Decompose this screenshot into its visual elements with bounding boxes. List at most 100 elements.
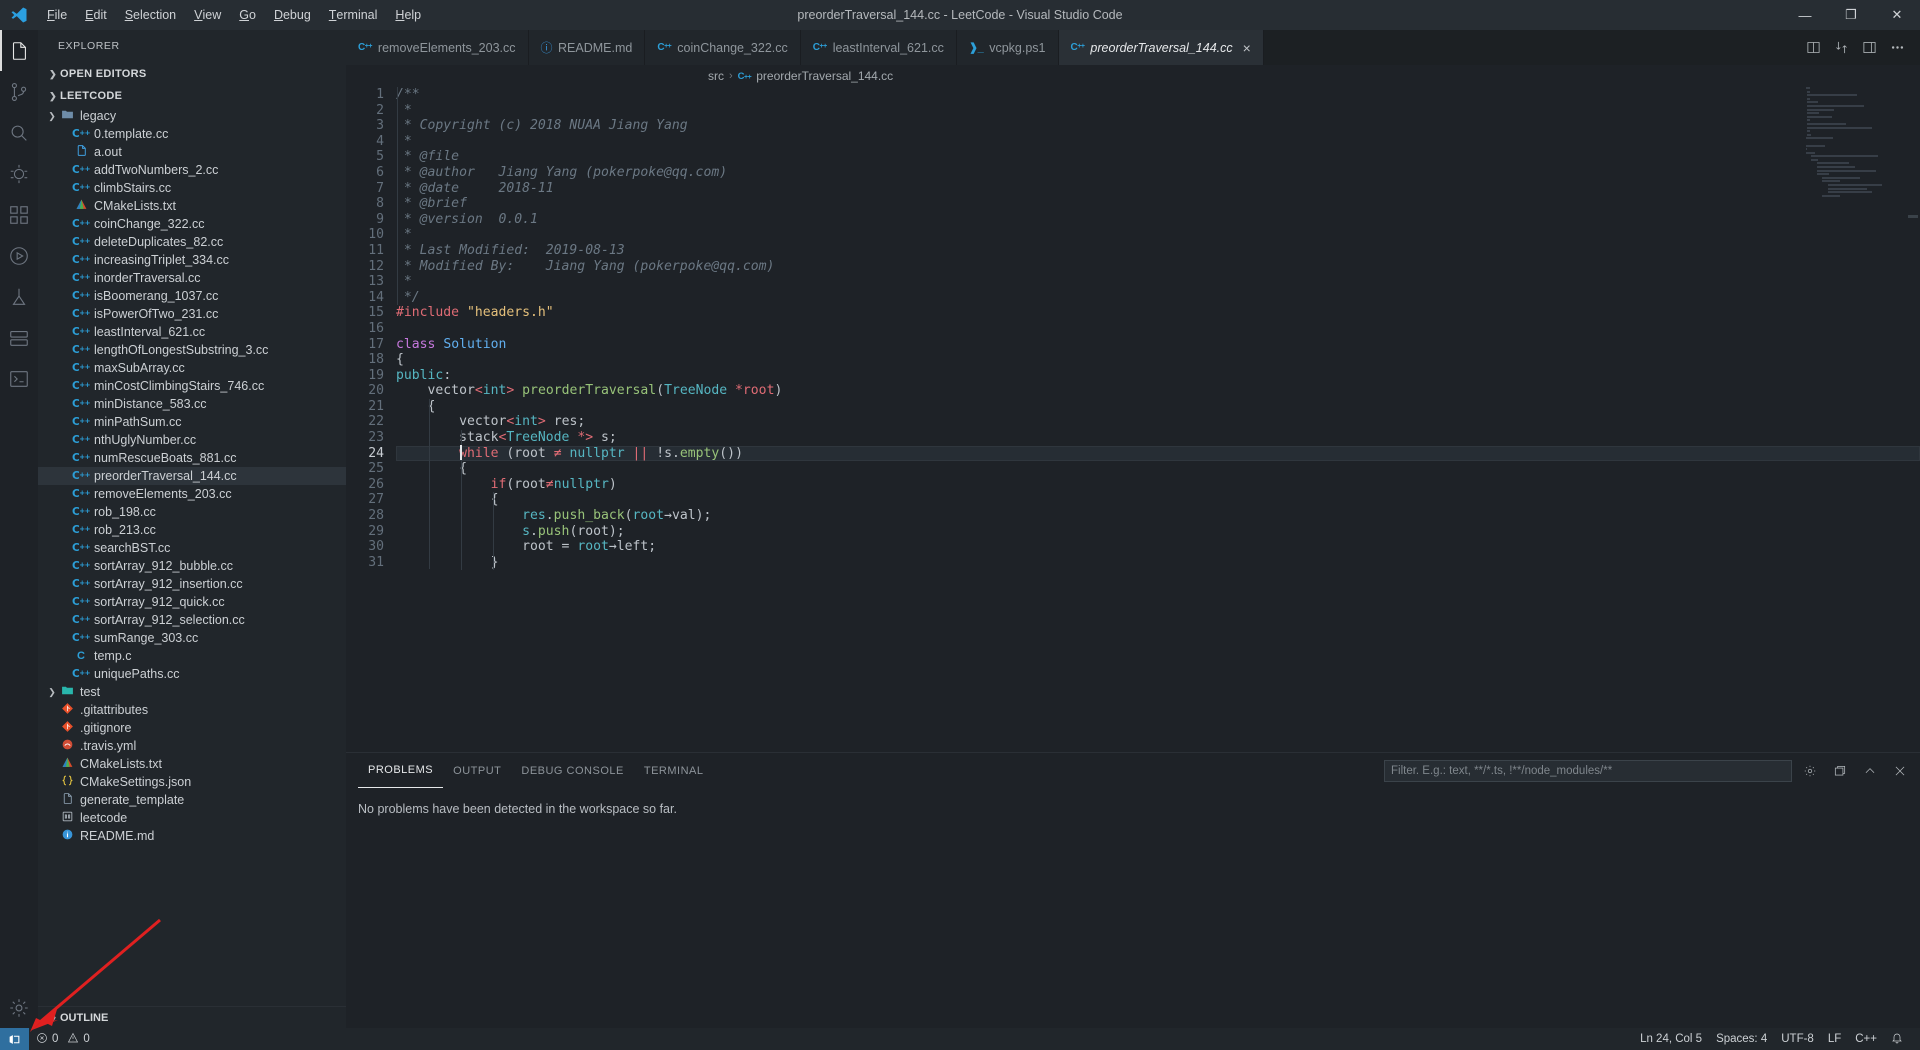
activity-search-icon[interactable] <box>0 112 38 153</box>
tree-file[interactable]: C++sortArray_912_insertion.cc <box>38 575 346 593</box>
code-line[interactable]: { <box>396 352 1920 368</box>
filter-settings-icon[interactable] <box>1798 758 1822 784</box>
toggle-layout-icon[interactable] <box>1856 30 1882 65</box>
code-line[interactable]: * @file <box>396 149 1920 165</box>
tree-file[interactable]: C++rob_213.cc <box>38 521 346 539</box>
open-changes-icon[interactable] <box>1828 30 1854 65</box>
code-line[interactable]: * Modified By: Jiang Yang (pokerpoke@qq.… <box>396 259 1920 275</box>
activity-settings-gear-icon[interactable] <box>0 987 38 1028</box>
code-line[interactable]: { <box>396 492 1920 508</box>
close-button[interactable]: ✕ <box>1874 0 1920 30</box>
tree-file[interactable]: .gitignore <box>38 719 346 737</box>
tree-file[interactable]: C++minPathSum.cc <box>38 413 346 431</box>
panel-tab-terminal[interactable]: TERMINAL <box>634 753 714 788</box>
language-mode-button[interactable]: C++ <box>1848 1028 1884 1050</box>
activity-remote-explorer-icon[interactable] <box>0 317 38 358</box>
section-open-editors[interactable]: ❯ OPEN EDITORS <box>38 63 346 85</box>
file-tree[interactable]: ❯legacyC++0.template.cca.outC++addTwoNum… <box>38 107 346 1006</box>
editor-tab[interactable]: C++preorderTraversal_144.cc× <box>1059 30 1264 65</box>
code-line[interactable]: vector<int> res; <box>396 414 1920 430</box>
tree-file[interactable]: C++removeElements_203.cc <box>38 485 346 503</box>
more-actions-icon[interactable] <box>1884 30 1910 65</box>
code-line[interactable]: res.push_back(root→val); <box>396 508 1920 524</box>
code-content[interactable]: /** * * Copyright (c) 2018 NUAA Jiang Ya… <box>394 87 1920 752</box>
chevron-right-icon[interactable]: ❯ <box>46 111 58 122</box>
editor-tab[interactable]: ⓘREADME.md <box>529 30 646 65</box>
tree-file[interactable]: README.md <box>38 827 346 845</box>
code-line[interactable]: * <box>396 134 1920 150</box>
tree-file[interactable]: .travis.yml <box>38 737 346 755</box>
code-line[interactable]: vector<int> preorderTraversal(TreeNode *… <box>396 383 1920 399</box>
tree-file[interactable]: C++isPowerOfTwo_231.cc <box>38 305 346 323</box>
code-line[interactable]: * @brief <box>396 196 1920 212</box>
encoding-button[interactable]: UTF-8 <box>1774 1028 1821 1050</box>
tree-file[interactable]: Ctemp.c <box>38 647 346 665</box>
close-tab-icon[interactable]: × <box>1243 41 1251 55</box>
code-line[interactable]: #include "headers.h" <box>396 305 1920 321</box>
code-line[interactable]: * <box>396 227 1920 243</box>
problems-filter-input[interactable]: Filter. E.g.: text, **/*.ts, !**/node_mo… <box>1384 760 1792 782</box>
panel-tab-problems[interactable]: PROBLEMS <box>358 753 443 788</box>
code-line[interactable]: * @version 0.0.1 <box>396 212 1920 228</box>
tree-file[interactable]: C++sortArray_912_bubble.cc <box>38 557 346 575</box>
scrollbar-thumb[interactable] <box>1908 215 1918 218</box>
editor-tab[interactable]: ❱_vcpkg.ps1 <box>957 30 1059 65</box>
menu-item-terminal[interactable]: Terminal <box>320 0 387 30</box>
code-line[interactable]: * <box>396 103 1920 119</box>
tree-file[interactable]: a.out <box>38 143 346 161</box>
panel-tabs[interactable]: PROBLEMSOUTPUTDEBUG CONSOLETERMINAL <box>358 753 713 788</box>
tree-file[interactable]: C++climbStairs.cc <box>38 179 346 197</box>
minimap[interactable] <box>1806 87 1906 752</box>
code-line[interactable]: { <box>396 461 1920 477</box>
tree-file[interactable]: C++coinChange_322.cc <box>38 215 346 233</box>
tree-file[interactable]: C++nthUglyNumber.cc <box>38 431 346 449</box>
menu-item-file[interactable]: File <box>38 0 76 30</box>
tree-file[interactable]: leetcode <box>38 809 346 827</box>
code-line[interactable]: public: <box>396 368 1920 384</box>
activity-extensions-icon[interactable] <box>0 194 38 235</box>
tree-file[interactable]: C++uniquePaths.cc <box>38 665 346 683</box>
code-line[interactable]: * <box>396 274 1920 290</box>
activity-debug-icon[interactable] <box>0 153 38 194</box>
breadcrumb-file[interactable]: preorderTraversal_144.cc <box>756 69 893 83</box>
menu-item-debug[interactable]: Debug <box>265 0 320 30</box>
code-line[interactable]: * Last Modified: 2019-08-13 <box>396 243 1920 259</box>
editor-tabs[interactable]: C++removeElements_203.ccⓘREADME.mdC++coi… <box>346 30 1264 65</box>
code-editor[interactable]: 1234567891011121314151617181920212223242… <box>346 87 1920 752</box>
panel-tab-debug-console[interactable]: DEBUG CONSOLE <box>511 753 633 788</box>
menu-item-go[interactable]: Go <box>230 0 265 30</box>
tree-file[interactable]: generate_template <box>38 791 346 809</box>
menu-item-help[interactable]: Help <box>386 0 430 30</box>
editor-tab[interactable]: C++removeElements_203.cc <box>346 30 529 65</box>
activity-test-icon[interactable] <box>0 276 38 317</box>
menu-item-selection[interactable]: Selection <box>116 0 185 30</box>
panel-tab-output[interactable]: OUTPUT <box>443 753 511 788</box>
tree-file[interactable]: C++inorderTraversal.cc <box>38 269 346 287</box>
activity-explorer-icon[interactable] <box>0 30 38 71</box>
breadcrumb-root[interactable]: src <box>708 69 724 83</box>
code-line[interactable]: */ <box>396 290 1920 306</box>
tree-file[interactable]: C++sortArray_912_quick.cc <box>38 593 346 611</box>
split-editor-right-icon[interactable] <box>1800 30 1826 65</box>
tree-file[interactable]: C++deleteDuplicates_82.cc <box>38 233 346 251</box>
menu-item-view[interactable]: View <box>185 0 230 30</box>
activity-source-control-icon[interactable] <box>0 71 38 112</box>
tree-file[interactable]: C++rob_198.cc <box>38 503 346 521</box>
remote-indicator-button[interactable] <box>0 1028 29 1050</box>
tree-file[interactable]: .gitattributes <box>38 701 346 719</box>
code-line[interactable]: root = root→left; <box>396 539 1920 555</box>
minimize-button[interactable]: — <box>1782 0 1828 30</box>
eol-button[interactable]: LF <box>1821 1028 1848 1050</box>
tree-file[interactable]: C++sortArray_912_selection.cc <box>38 611 346 629</box>
tree-file[interactable]: C++maxSubArray.cc <box>38 359 346 377</box>
editor-tab[interactable]: C++leastInterval_621.cc <box>801 30 957 65</box>
tree-file[interactable]: CMakeLists.txt <box>38 197 346 215</box>
tree-folder[interactable]: ❯legacy <box>38 107 346 125</box>
tree-file[interactable]: C++leastInterval_621.cc <box>38 323 346 341</box>
code-line[interactable]: while (root ≠ nullptr || !s.empty()) <box>396 446 1920 462</box>
indentation-button[interactable]: Spaces: 4 <box>1709 1028 1774 1050</box>
tree-file[interactable]: C++sumRange_303.cc <box>38 629 346 647</box>
code-line[interactable]: if(root≠nullptr) <box>396 477 1920 493</box>
tree-file[interactable]: CMakeLists.txt <box>38 755 346 773</box>
code-line[interactable]: * @author Jiang Yang (pokerpoke@qq.com) <box>396 165 1920 181</box>
